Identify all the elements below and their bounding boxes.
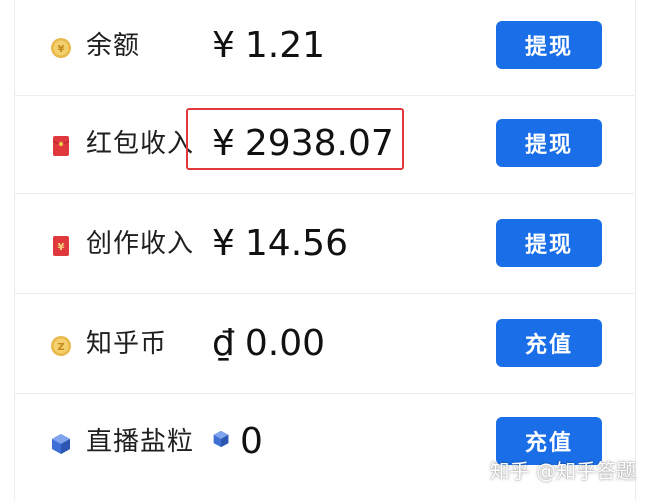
svg-text:¥: ¥ bbox=[58, 242, 65, 253]
highlight-annotation-box bbox=[186, 108, 404, 170]
live-salt-amount: 0 bbox=[212, 420, 263, 464]
withdraw-creation-income-button[interactable]: 提现 bbox=[496, 219, 602, 267]
svg-text:¥: ¥ bbox=[58, 44, 65, 55]
wallet-row-balance: ¥ 余额 ¥1.21 提现 bbox=[14, 0, 634, 96]
salt-gem-icon bbox=[52, 434, 70, 454]
balance-amount: ¥1.21 bbox=[212, 24, 325, 68]
red-envelope-income-label: 红包收入 bbox=[86, 129, 195, 159]
withdraw-red-envelope-button[interactable]: 提现 bbox=[496, 119, 602, 167]
zhihu-coin-value: 0.00 bbox=[244, 323, 326, 364]
row-divider bbox=[14, 293, 634, 294]
live-salt-value: 0 bbox=[240, 421, 263, 462]
zhihu-coin-icon: Z bbox=[51, 336, 71, 356]
creation-income-amount: ¥14.56 bbox=[212, 222, 348, 266]
red-envelope-yuan-icon: ¥ bbox=[53, 236, 69, 256]
svg-text:Z: Z bbox=[57, 342, 64, 353]
wallet-row-red-envelope-income: 红包收入 ¥2938.07 提现 bbox=[14, 96, 634, 194]
zhihu-coin-amount: ₫ 0.00 bbox=[212, 322, 325, 366]
wallet-row-zhihu-coin: Z 知乎币 ₫ 0.00 充值 bbox=[14, 296, 634, 394]
salt-gem-icon bbox=[213, 430, 229, 448]
currency-symbol: ¥ bbox=[212, 25, 235, 66]
currency-symbol: ¥ bbox=[212, 223, 235, 264]
row-divider bbox=[14, 193, 634, 194]
wallet-row-creation-income: ¥ 创作收入 ¥14.56 提现 bbox=[14, 196, 634, 294]
balance-label: 余额 bbox=[86, 31, 141, 61]
yuan-coin-icon: ¥ bbox=[51, 38, 71, 58]
red-envelope-icon bbox=[52, 136, 70, 156]
zhihu-coin-symbol: ₫ bbox=[212, 323, 235, 364]
creation-income-label: 创作收入 bbox=[86, 229, 195, 259]
creation-income-value: 14.56 bbox=[244, 223, 348, 264]
withdraw-balance-button[interactable]: 提现 bbox=[496, 21, 602, 69]
watermark: 知乎 @知乎答题 bbox=[489, 459, 636, 483]
live-salt-label: 直播盐粒 bbox=[86, 427, 195, 457]
balance-value: 1.21 bbox=[244, 25, 326, 66]
recharge-zhihu-coin-button[interactable]: 充值 bbox=[496, 319, 602, 367]
zhihu-coin-label: 知乎币 bbox=[86, 329, 168, 359]
